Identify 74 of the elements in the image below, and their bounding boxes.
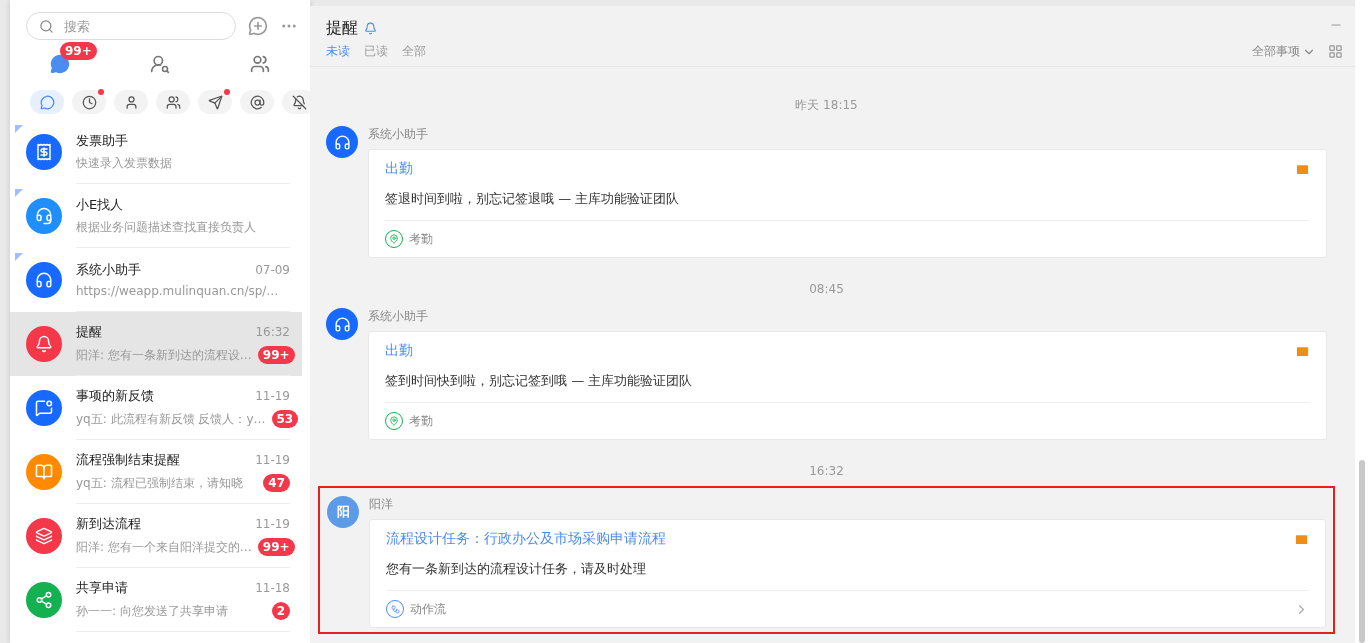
unread-badge: 99+ <box>60 42 97 60</box>
send-icon <box>207 94 223 110</box>
conversation-preview: yq五: 流程已强制结束，请知晓 <box>76 474 243 492</box>
at-sign-icon <box>249 94 265 110</box>
conversation-time: 11-19 <box>255 517 290 531</box>
card-text: 签退时间到啦，别忘记签退哦 — 主库功能验证团队 <box>385 178 1310 221</box>
conversation-name: 事项的新反馈 <box>76 387 154 405</box>
card-source: 动作流 <box>410 600 446 618</box>
grid-icon[interactable] <box>1328 44 1343 59</box>
card-text: 签到时间快到啦，别忘记签到哦 — 主库功能验证团队 <box>385 360 1310 403</box>
mail-icon[interactable] <box>1295 161 1310 177</box>
timestamp: 08:45 <box>808 282 845 296</box>
conversation-time: 07-09 <box>255 263 290 277</box>
conversation-preview: yq五: 此流程有新反馈 反馈人：y… <box>76 410 266 428</box>
card-text: 您有一条新到达的流程设计任务，请及时处理 <box>386 548 1309 591</box>
conversation-time: 11-18 <box>255 581 290 595</box>
sender-name: 系统小助手 <box>368 308 429 325</box>
unread-badge: 2 <box>271 602 290 620</box>
headphones-icon <box>326 308 358 340</box>
conversation-name: 共享申请 <box>76 579 128 597</box>
filter-tab[interactable] <box>30 90 64 114</box>
new-chat-icon[interactable] <box>248 16 268 36</box>
contact-list-icon[interactable] <box>150 54 170 74</box>
conversation-name: 提醒 <box>76 323 102 341</box>
card-title[interactable]: 出勤 <box>385 342 413 360</box>
sender-name: 系统小助手 <box>368 126 429 143</box>
conversation-time: 11-19 <box>255 389 290 403</box>
filter-tab[interactable] <box>282 90 310 114</box>
conversation-name: 系统小助手 <box>76 261 141 279</box>
card-source: 考勤 <box>409 412 433 430</box>
conversation-preview: 阳洋: 您有一个来自阳洋提交的… <box>76 538 252 556</box>
conversation-name: 小E找人 <box>76 195 124 214</box>
search-icon <box>39 18 54 34</box>
card-title[interactable]: 出勤 <box>385 160 413 178</box>
chat-icon[interactable] <box>50 54 70 74</box>
timestamp: 16:32 <box>808 464 845 478</box>
bell-off-icon <box>291 94 307 110</box>
conversation-preview: 快速录入发票数据 <box>76 154 172 172</box>
card-title[interactable]: 流程设计任务：行政办公及市场采购申请流程 <box>386 530 666 548</box>
conversation-item[interactable]: 提醒 16:32 阳洋: 您有一条新到达的流程设… 99+ <box>10 312 302 376</box>
user-icon <box>123 94 139 110</box>
bell-icon[interactable] <box>364 22 377 35</box>
filter-tab[interactable] <box>114 90 148 114</box>
search-input[interactable]: 搜索 <box>62 17 186 35</box>
conversation-preview: https://weapp.mulinquan.cn/sp/… <box>76 284 279 298</box>
filter-tab[interactable] <box>72 90 106 114</box>
mail-icon[interactable] <box>1295 343 1310 359</box>
card-source: 考勤 <box>409 230 433 248</box>
filter-tab[interactable] <box>240 90 274 114</box>
filter-tab[interactable] <box>198 90 232 114</box>
sender-name: 阳洋 <box>369 496 394 513</box>
conversation-time: 11-19 <box>255 453 290 467</box>
avatar: 阳 <box>327 496 359 528</box>
users-icon <box>165 94 181 110</box>
chat-title: 提醒 <box>326 18 358 39</box>
unread-badge: 99+ <box>257 346 295 364</box>
clock-icon <box>81 94 97 110</box>
headphones-icon <box>326 126 358 158</box>
conversation-time: 16:32 <box>255 325 290 339</box>
chat-icon <box>39 94 55 110</box>
users-icon[interactable] <box>250 54 270 74</box>
timestamp: 昨天 18:15 <box>794 97 859 114</box>
filter-tab[interactable] <box>156 90 190 114</box>
conversation-name: 流程强制结束提醒 <box>76 451 180 469</box>
mail-icon[interactable] <box>1294 531 1309 547</box>
conversation-preview: 根据业务问题描述查找直接负责人 <box>76 218 256 236</box>
unread-badge: 99+ <box>257 538 295 556</box>
scrollbar-thumb[interactable] <box>1358 460 1365 643</box>
conversation-preview: 孙一一: 向您发送了共享申请 <box>76 602 228 620</box>
conversation-name: 新到达流程 <box>76 515 141 533</box>
conversation-name: 发票助手 <box>76 131 128 150</box>
unread-badge: 47 <box>263 474 290 492</box>
unread-badge: 53 <box>271 410 299 428</box>
conversation-preview: 阳洋: 您有一条新到达的流程设… <box>76 346 252 364</box>
